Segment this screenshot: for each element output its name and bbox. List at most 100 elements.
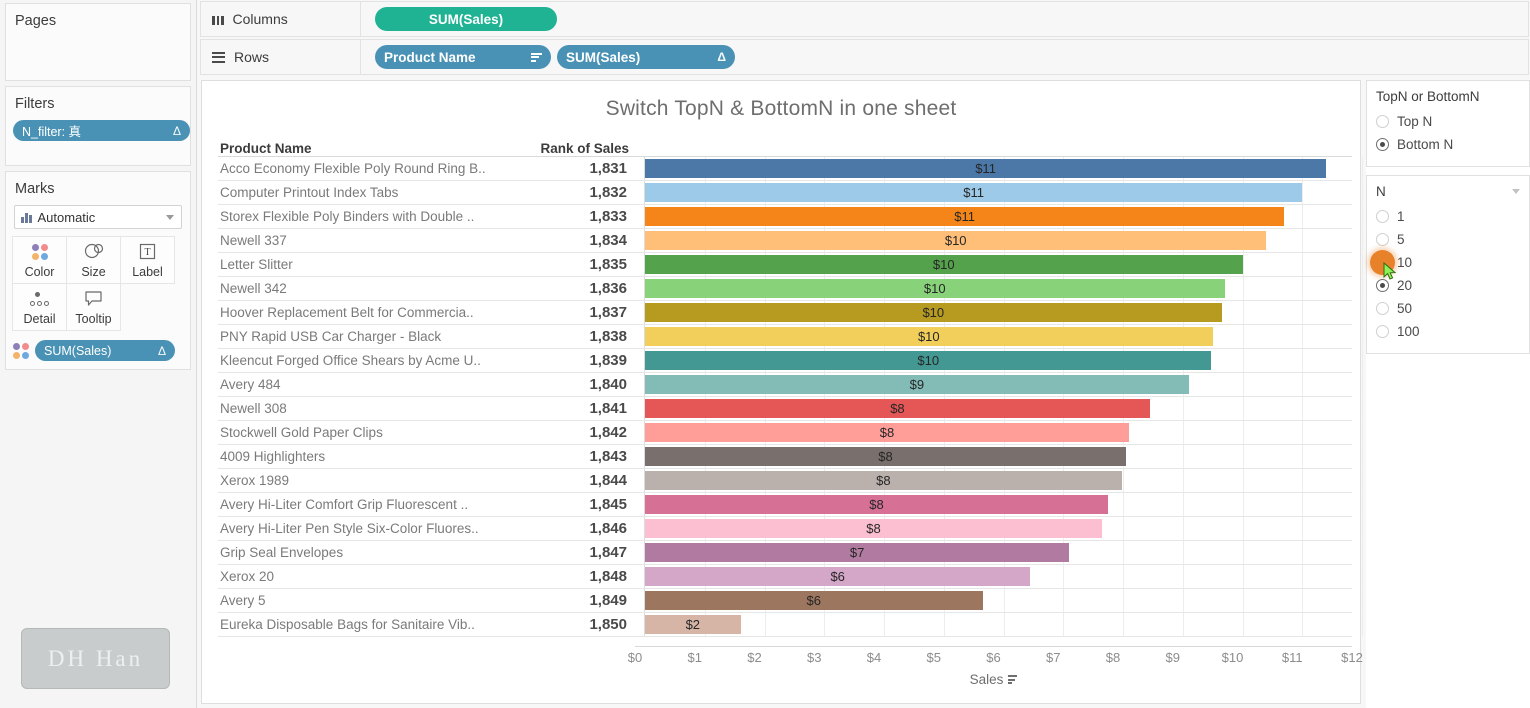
chevron-down-icon[interactable] bbox=[1512, 189, 1520, 194]
table-row[interactable]: Storex Flexible Poly Binders with Double… bbox=[218, 205, 1363, 229]
filter-pill-n-filter[interactable]: N_filter: 真 Δ bbox=[13, 120, 190, 141]
columns-drop-zone[interactable]: SUM(Sales) bbox=[361, 7, 557, 31]
bar[interactable]: $8 bbox=[645, 471, 1122, 490]
cell-product-name: Avery 484 bbox=[220, 377, 281, 392]
cell-product-name: Newell 337 bbox=[220, 233, 287, 248]
bar[interactable]: $8 bbox=[645, 495, 1109, 514]
bar[interactable]: $11 bbox=[645, 183, 1303, 202]
bar[interactable]: $8 bbox=[645, 423, 1129, 442]
cell-product-name: Computer Printout Index Tabs bbox=[220, 185, 399, 200]
filters-card[interactable]: Filters N_filter: 真 Δ bbox=[5, 86, 191, 166]
table-row[interactable]: Kleencut Forged Office Shears by Acme U.… bbox=[218, 349, 1363, 373]
radio-button[interactable] bbox=[1376, 138, 1389, 151]
bar-value-label: $6 bbox=[806, 593, 822, 608]
topn-option-bottom-n[interactable]: Bottom N bbox=[1376, 133, 1520, 156]
marks-button-detail[interactable]: Detail bbox=[12, 283, 67, 331]
table-row[interactable]: Newell 342 1,836 $10 bbox=[218, 277, 1363, 301]
table-row[interactable]: 4009 Highlighters 1,843 $8 bbox=[218, 445, 1363, 469]
bar[interactable]: $10 bbox=[645, 255, 1243, 274]
n-option-5[interactable]: 5 bbox=[1376, 228, 1520, 251]
bar[interactable]: $10 bbox=[645, 279, 1225, 298]
table-row[interactable]: Avery 484 1,840 $9 bbox=[218, 373, 1363, 397]
n-card[interactable]: N 1 5 10 20 50 100 bbox=[1366, 175, 1530, 354]
bar-value-label: $10 bbox=[917, 329, 940, 344]
bar[interactable]: $8 bbox=[645, 399, 1150, 418]
marks-button-size[interactable]: Size bbox=[66, 236, 121, 284]
x-axis-title[interactable]: Sales bbox=[635, 672, 1352, 687]
cell-bar-track: $7 bbox=[644, 541, 1363, 564]
rows-pill-sum-sales[interactable]: SUM(Sales) Δ bbox=[557, 45, 735, 69]
n-option-100[interactable]: 100 bbox=[1376, 320, 1520, 343]
bar[interactable]: $11 bbox=[645, 159, 1327, 178]
bar[interactable]: $6 bbox=[645, 567, 1031, 586]
table-row[interactable]: Xerox 20 1,848 $6 bbox=[218, 565, 1363, 589]
bar[interactable]: $8 bbox=[645, 519, 1103, 538]
x-axis[interactable]: $0 $1 $2 $3 $4 $5 $6 $7 $8 $9 $10 $11 $12 bbox=[628, 646, 1363, 670]
n-options: 1 5 10 20 50 100 bbox=[1370, 205, 1520, 343]
table-row[interactable]: PNY Rapid USB Car Charger - Black 1,838 $1… bbox=[218, 325, 1363, 349]
n-card-header[interactable]: N bbox=[1376, 184, 1520, 199]
radio-button[interactable] bbox=[1376, 325, 1389, 338]
radio-button[interactable] bbox=[1376, 115, 1389, 128]
cell-bar-track: $10 bbox=[644, 301, 1363, 324]
table-row[interactable]: Newell 337 1,834 $10 bbox=[218, 229, 1363, 253]
n-option-10[interactable]: 10 bbox=[1370, 250, 1520, 280]
x-axis-tick-label: $10 bbox=[1221, 650, 1244, 665]
radio-button[interactable] bbox=[1376, 210, 1389, 223]
table-row[interactable]: Newell 308 1,841 $8 bbox=[218, 397, 1363, 421]
bar-value-label: $7 bbox=[849, 545, 865, 560]
bar[interactable]: $9 bbox=[645, 375, 1189, 394]
marks-pill-sum-sales[interactable]: SUM(Sales) Δ bbox=[35, 340, 175, 361]
bar[interactable]: $10 bbox=[645, 303, 1222, 322]
x-axis-tick-label: $11 bbox=[1281, 650, 1303, 665]
bar[interactable]: $2 bbox=[645, 615, 741, 634]
marks-card[interactable]: Marks Automatic Color Size T Label Detai… bbox=[5, 171, 191, 370]
table-row[interactable]: Xerox 1989 1,844 $8 bbox=[218, 469, 1363, 493]
bar[interactable]: $8 bbox=[645, 447, 1126, 466]
marks-button-label[interactable]: T Label bbox=[120, 236, 175, 284]
table-row[interactable]: Eureka Disposable Bags for Sanitaire Vib… bbox=[218, 613, 1363, 637]
pages-card[interactable]: Pages bbox=[5, 3, 191, 81]
visualization-canvas[interactable]: Switch TopN & BottomN in one sheet Produ… bbox=[201, 80, 1363, 704]
table-row[interactable]: Avery Hi-Liter Pen Style Six-Color Fluor… bbox=[218, 517, 1363, 541]
cell-bar-track: $10 bbox=[644, 277, 1363, 300]
rows-shelf[interactable]: Rows Product Name SUM(Sales) Δ bbox=[200, 39, 1529, 75]
table-row[interactable]: Avery Hi-Liter Comfort Grip Fluorescent … bbox=[218, 493, 1363, 517]
marks-button-tooltip[interactable]: Tooltip bbox=[66, 283, 121, 331]
n-option-50[interactable]: 50 bbox=[1376, 297, 1520, 320]
columns-shelf[interactable]: Columns SUM(Sales) bbox=[200, 1, 1529, 37]
table-row[interactable]: Grip Seal Envelopes 1,847 $7 bbox=[218, 541, 1363, 565]
bar[interactable]: $10 bbox=[645, 327, 1213, 346]
table-row[interactable]: Avery 5 1,849 $6 bbox=[218, 589, 1363, 613]
marks-type-select[interactable]: Automatic bbox=[14, 205, 182, 229]
table-row[interactable]: Hoover Replacement Belt for Commercia.. 1… bbox=[218, 301, 1363, 325]
topn-option-top-n[interactable]: Top N bbox=[1376, 110, 1520, 133]
cell-product-name: Stockwell Gold Paper Clips bbox=[220, 425, 383, 440]
bar[interactable]: $11 bbox=[645, 207, 1285, 226]
column-header-rank-of-sales[interactable]: Rank of Sales bbox=[520, 141, 629, 156]
table-row[interactable]: Letter Slitter 1,835 $10 bbox=[218, 253, 1363, 277]
marks-button-color[interactable]: Color bbox=[12, 236, 67, 284]
bar-value-label: $2 bbox=[685, 617, 701, 632]
x-axis-tick-label: $6 bbox=[986, 650, 1001, 665]
n-option-1[interactable]: 1 bbox=[1376, 205, 1520, 228]
cell-rank-of-sales: 1,836 bbox=[589, 280, 627, 297]
table-row[interactable]: Computer Printout Index Tabs 1,832 $11 bbox=[218, 181, 1363, 205]
cell-bar-track: $8 bbox=[644, 517, 1363, 540]
column-header-product-name[interactable]: Product Name bbox=[218, 141, 520, 156]
columns-pill-sum-sales[interactable]: SUM(Sales) bbox=[375, 7, 557, 31]
bar[interactable]: $6 bbox=[645, 591, 983, 610]
topn-bottomn-card[interactable]: TopN or BottomN Top N Bottom N bbox=[1366, 80, 1530, 167]
rows-drop-zone[interactable]: Product Name SUM(Sales) Δ bbox=[361, 45, 735, 69]
rows-pill-product-name[interactable]: Product Name bbox=[375, 45, 551, 69]
columns-icon bbox=[212, 14, 224, 25]
cell-bar-track: $10 bbox=[644, 349, 1363, 372]
table-row[interactable]: Stockwell Gold Paper Clips 1,842 $8 bbox=[218, 421, 1363, 445]
radio-button[interactable] bbox=[1376, 233, 1389, 246]
bar[interactable]: $10 bbox=[645, 231, 1267, 250]
table-row[interactable]: Acco Economy Flexible Poly Round Ring B.… bbox=[218, 157, 1363, 181]
bar[interactable]: $7 bbox=[645, 543, 1070, 562]
radio-button[interactable] bbox=[1376, 302, 1389, 315]
filter-pill-delta-icon: Δ bbox=[172, 123, 181, 138]
bar[interactable]: $10 bbox=[645, 351, 1212, 370]
